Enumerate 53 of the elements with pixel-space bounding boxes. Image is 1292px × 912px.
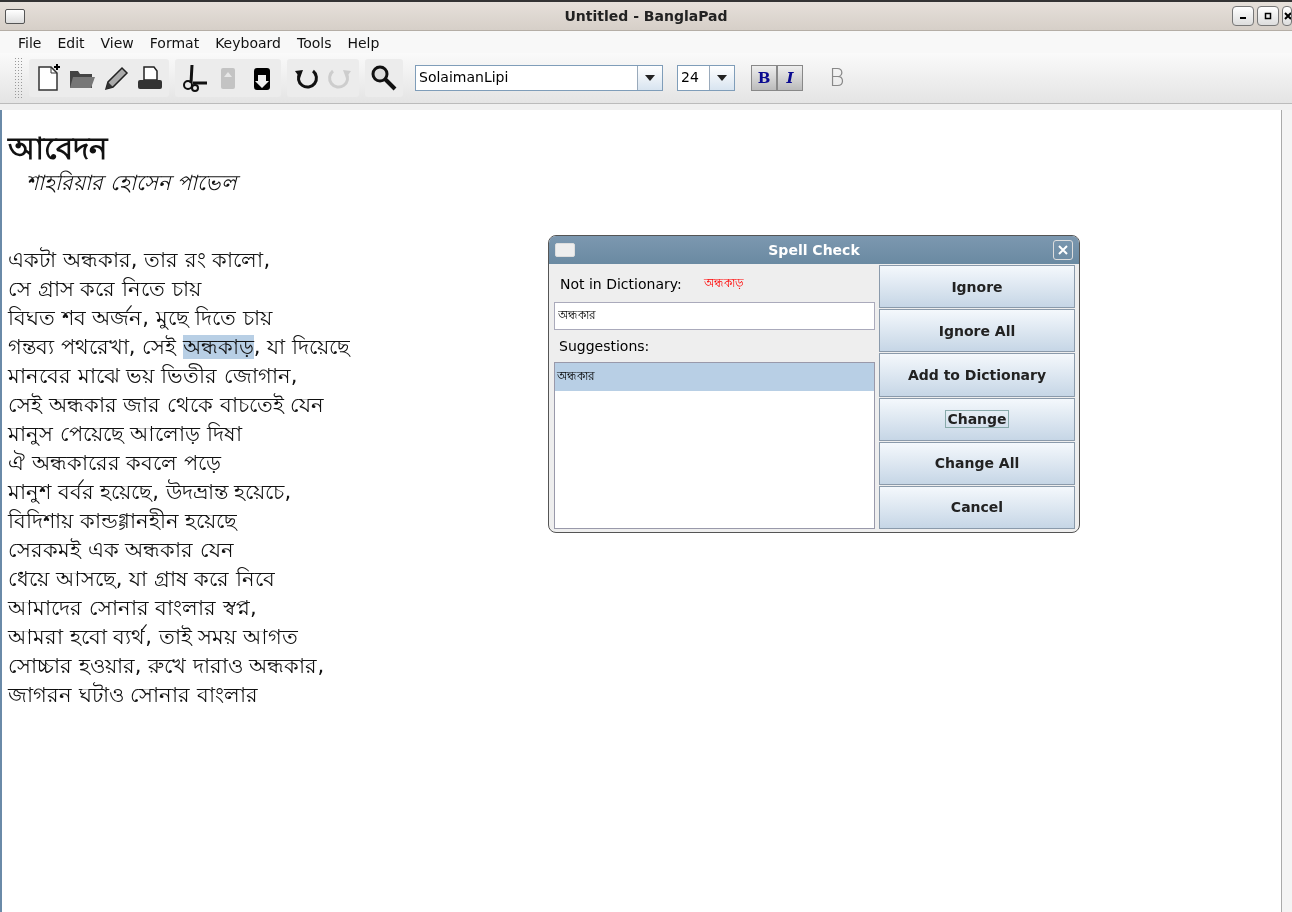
text-line: জাগরন ঘটাও সোনার বাংলার <box>8 681 259 709</box>
scrollbar[interactable] <box>1281 110 1292 912</box>
dialog-button[interactable]: Ignore <box>879 265 1075 309</box>
text-line: সে গ্রাস করে নিতে চায় <box>8 276 201 303</box>
text-line: সেই অন্ধকার জার থেকে বাচতেই যেন <box>8 392 325 419</box>
suggestions-label: Suggestions: <box>558 337 651 356</box>
maximize-button[interactable] <box>1257 6 1279 26</box>
text-line: সেরকমই এক অন্ধকার যেন <box>8 537 235 564</box>
author-line: শাহরিয়ার হোসেন পাভেল <box>8 168 1275 198</box>
dialog-button[interactable]: Add to Dictionary <box>879 353 1075 397</box>
close-icon <box>1283 11 1291 21</box>
dialog-title: Spell Check <box>768 242 860 258</box>
text-line: বিদিশায় কান্ডগ্গানহীন হয়েছে <box>8 507 238 535</box>
dialog-button[interactable]: Change All <box>879 441 1075 485</box>
font-dropdown[interactable]: SolaimanLipi <box>415 65 663 91</box>
text-line: আমাদের সোনার বাংলার স্বপ্ন, <box>8 595 257 622</box>
text-line: মানুশ বর্বর হয়েছে, উদভ্রান্ত হয়েচে, <box>8 478 292 506</box>
menu-item[interactable]: Help <box>347 35 380 51</box>
window-menu-icon[interactable] <box>5 8 25 24</box>
suggestions-list[interactable]: অন্ধকার <box>554 362 875 529</box>
dialog-button[interactable]: Ignore All <box>879 309 1075 353</box>
maximize-icon <box>1263 11 1273 21</box>
text-line: গন্তব্য পথরেখা, সেই অন্ধকাড়, যা দিয়েছে <box>8 334 350 361</box>
dialog-button[interactable]: Change <box>879 397 1075 441</box>
suggestion-item[interactable]: অন্ধকার <box>555 363 874 391</box>
dialog-button[interactable]: Cancel <box>879 485 1075 530</box>
text-line: সোচ্চার হওয়ার, রুখে দারাও অন্ধকার, <box>8 653 325 680</box>
bold-button[interactable]: B <box>751 65 777 91</box>
window-title: Untitled - BanglaPad <box>564 8 728 24</box>
document-heading: আবেদন <box>8 129 110 168</box>
text-line: বিঘত শব অর্জন, মুছে দিতে চায় <box>8 304 273 332</box>
menu-item[interactable]: Format <box>149 35 200 51</box>
close-icon <box>1058 245 1068 255</box>
caret-icon[interactable] <box>645 75 655 81</box>
italic-button[interactable]: I <box>777 65 803 91</box>
replacement-field[interactable]: অন্ধকার <box>554 302 875 330</box>
text-line: আমরা হবো ব্যর্থ, তাই সময় আগত <box>8 623 299 651</box>
text-line: মানুস পেয়েছে আলোড় দিষা <box>8 421 243 448</box>
caret-icon[interactable] <box>717 75 727 81</box>
font-size-dropdown[interactable]: 24 <box>677 65 735 91</box>
menu-item[interactable]: Keyboard <box>215 35 281 51</box>
menu-item[interactable]: Edit <box>57 35 85 51</box>
close-button[interactable] <box>1282 6 1292 26</box>
text-line: ধেয়ে আসছে, যা গ্রাষ করে নিবে <box>8 566 276 593</box>
text-line: ঐ অন্ধকারের কবলে পড়ে <box>8 449 222 477</box>
text-line: মানবের মাঝে ভয় ভিতীর জোগান, <box>8 362 298 390</box>
menu-item[interactable]: Tools <box>296 35 332 51</box>
minimize-button[interactable] <box>1232 6 1254 26</box>
menu-item[interactable]: File <box>18 35 42 51</box>
not-in-dictionary-label: Not in Dictionary: <box>560 276 682 292</box>
misspelled-word: অন্ধকাড় <box>703 275 744 292</box>
text-line: একটা অন্ধকার, তার রং কালো, <box>8 246 271 274</box>
menu-item[interactable]: View <box>100 35 134 51</box>
